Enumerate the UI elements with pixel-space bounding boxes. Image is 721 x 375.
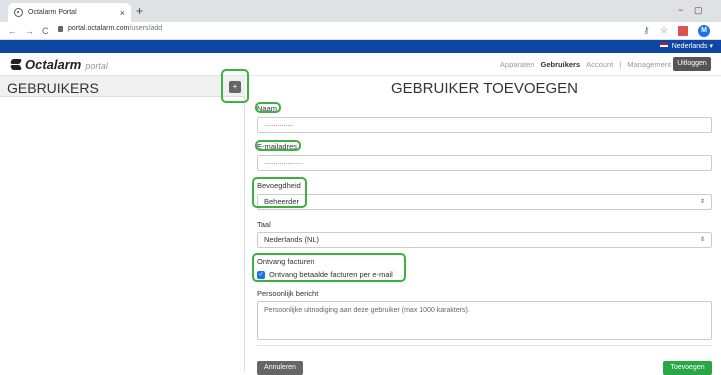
invoice-checkbox-row[interactable]: ✓ Ontvang betaalde facturen per e-mail	[257, 270, 393, 279]
role-value: Beheerder	[264, 197, 300, 206]
language-label: Nederlands ▾	[671, 43, 713, 50]
select-arrow-icon: ⇕	[699, 199, 705, 205]
nav-separator: |	[619, 60, 622, 69]
name-input[interactable]: ...............	[257, 117, 712, 133]
octalarm-logo-icon	[11, 59, 21, 71]
forward-icon[interactable]: →	[25, 26, 34, 36]
extension-icon[interactable]	[678, 26, 688, 36]
tab-close-icon[interactable]: ×	[120, 8, 125, 18]
browser-tab-bar: Octalarm Portal × + − ▢	[0, 0, 721, 22]
message-label: Persoonlijk bericht	[257, 289, 319, 298]
address-bar: ← → C portal.octalarm.com/users/add ⚷ ☆ …	[0, 22, 721, 40]
app-navbar: Octalarm portal Apparaten Gebruikers Acc…	[0, 53, 721, 76]
tab-title: Octalarm Portal	[28, 9, 77, 16]
language-selector[interactable]: Nederlands ▾	[659, 42, 713, 50]
brand-name: Octalarm	[25, 57, 82, 72]
users-panel-header: GEBRUIKERS +	[0, 76, 245, 97]
role-select[interactable]: Beheerder ⇕	[257, 194, 712, 210]
language-value: Nederlands (NL)	[264, 235, 320, 244]
new-tab-button[interactable]: +	[136, 4, 143, 18]
form-divider	[257, 345, 712, 346]
checkbox-checked-icon[interactable]: ✓	[257, 270, 265, 279]
dutch-flag-icon	[659, 43, 668, 49]
language-bar: Nederlands ▾	[0, 40, 721, 53]
key-icon[interactable]: ⚷	[643, 25, 650, 36]
maximize-button[interactable]: ▢	[694, 5, 703, 16]
users-panel: GEBRUIKERS +	[0, 76, 245, 372]
main-menu: Apparaten Gebruikers Account | Managemen…	[494, 60, 671, 69]
url-path: /users/add	[129, 25, 163, 32]
reload-icon[interactable]: C	[42, 26, 49, 36]
users-panel-title: GEBRUIKERS	[7, 80, 99, 96]
add-user-button[interactable]: +	[229, 81, 241, 93]
nav-item-account[interactable]: Account	[586, 60, 613, 69]
star-icon[interactable]: ☆	[660, 25, 668, 36]
browser-tab[interactable]: Octalarm Portal ×	[8, 3, 131, 22]
nav-item-apparaten[interactable]: Apparaten	[500, 60, 535, 69]
email-input[interactable]: ....................	[257, 155, 712, 171]
profile-avatar[interactable]: M	[698, 25, 710, 37]
invoice-checkbox-label: Ontvang betaalde facturen per e-mail	[269, 270, 393, 279]
name-label: Naam	[257, 104, 278, 113]
language-field-label: Taal	[257, 220, 271, 229]
role-label: Bevoegdheid	[257, 181, 301, 190]
logout-button[interactable]: Uitloggen	[673, 57, 711, 71]
invoice-label: Ontvang facturen	[257, 257, 315, 266]
nav-item-management[interactable]: Management	[627, 60, 671, 69]
favicon-icon	[14, 8, 23, 17]
lock-icon	[58, 25, 63, 32]
message-textarea[interactable]: Persoonlijke uitnodiging aan deze gebrui…	[257, 301, 712, 340]
brand-subtitle: portal	[85, 60, 108, 71]
page-title: GEBRUIKER TOEVOEGEN	[391, 80, 578, 97]
select-arrow-icon: ⇕	[699, 237, 705, 243]
url-field[interactable]: portal.octalarm.com/users/add	[58, 25, 162, 32]
minimize-button[interactable]: −	[678, 5, 683, 15]
brand-logo[interactable]: Octalarm portal	[11, 57, 108, 72]
email-label: E-mailadres	[257, 142, 298, 151]
back-icon[interactable]: ←	[8, 26, 17, 36]
nav-item-gebruikers[interactable]: Gebruikers	[541, 60, 581, 69]
submit-button[interactable]: Toevoegen	[663, 361, 712, 375]
language-select[interactable]: Nederlands (NL) ⇕	[257, 232, 712, 248]
cancel-button[interactable]: Annuleren	[257, 361, 303, 375]
url-host: portal.octalarm.com	[68, 25, 130, 32]
